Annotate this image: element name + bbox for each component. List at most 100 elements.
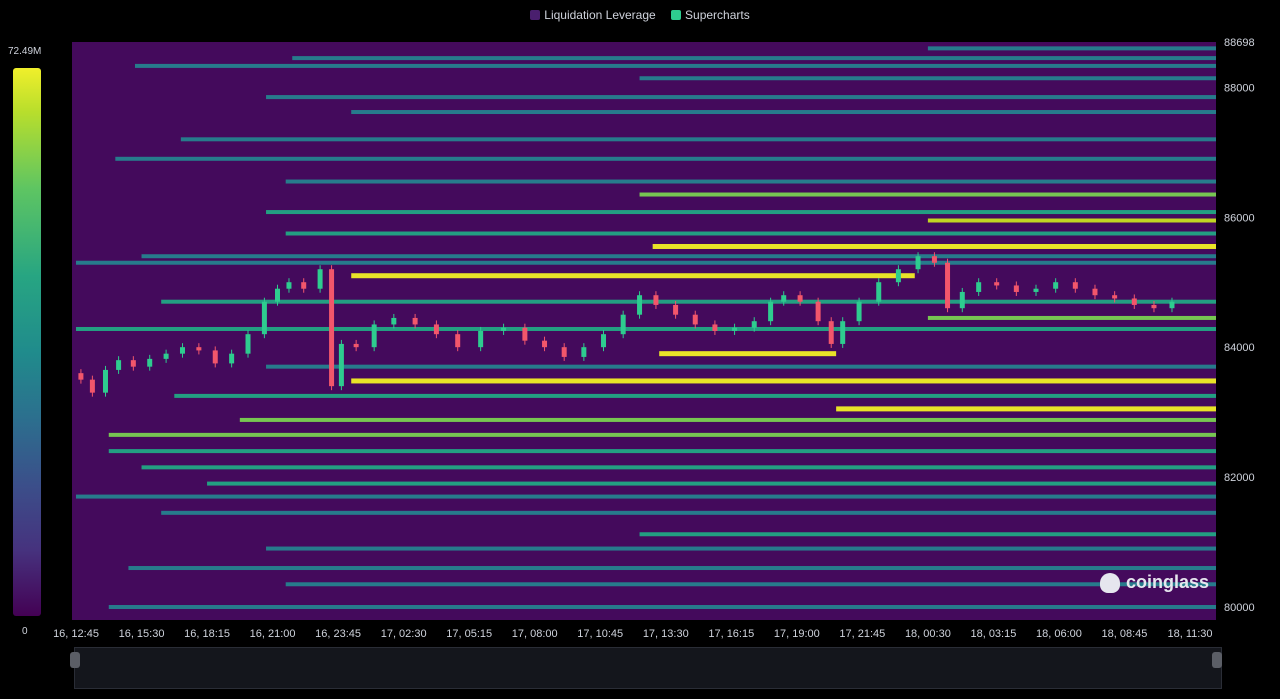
candle-body-41 bbox=[768, 301, 774, 322]
candle-body-28 bbox=[522, 327, 528, 341]
candle-body-22 bbox=[391, 317, 397, 325]
x-axis: 16, 12:45 16, 15:30 16, 18:15 16, 21:00 16, … bbox=[53, 628, 1212, 640]
heatmap-band-22 bbox=[351, 378, 1217, 384]
x-tick-label: 18, 03:15 bbox=[970, 628, 1016, 640]
candle-body-39 bbox=[732, 327, 738, 331]
x-tick-label: 16, 21:00 bbox=[250, 628, 296, 640]
heatmap-band-23 bbox=[174, 393, 1217, 398]
candle-body-6 bbox=[147, 358, 153, 367]
candle-body-29 bbox=[542, 340, 548, 348]
candle-body-62 bbox=[1131, 298, 1137, 305]
navigator-left-handle[interactable] bbox=[70, 652, 80, 668]
candle-body-20 bbox=[353, 343, 359, 348]
candle-body-34 bbox=[637, 295, 643, 315]
y-tick-label: 82000 bbox=[1224, 472, 1255, 484]
candle-body-33 bbox=[620, 314, 626, 335]
y-tick-label: 80000 bbox=[1224, 602, 1255, 614]
x-tick-label: 16, 23:45 bbox=[315, 628, 361, 640]
candle-body-50 bbox=[915, 256, 921, 270]
heatmap-band-29 bbox=[207, 481, 1216, 486]
candle-body-48 bbox=[876, 282, 882, 302]
x-tick-label: 18, 06:00 bbox=[1036, 628, 1082, 640]
heatmap-band-15 bbox=[76, 260, 1216, 265]
navigator-panel[interactable] bbox=[74, 647, 1222, 689]
heatmap-band-9 bbox=[639, 192, 1216, 197]
heatmap-band-30 bbox=[76, 494, 1216, 499]
candle-body-15 bbox=[286, 282, 292, 289]
candle-body-18 bbox=[329, 269, 335, 387]
heatmap-band-24 bbox=[836, 406, 1216, 412]
candle-body-16 bbox=[301, 282, 307, 289]
candle-body-30 bbox=[561, 347, 567, 357]
heatmap-band-13 bbox=[652, 243, 1216, 249]
candle-body-44 bbox=[815, 301, 821, 322]
candle-body-27 bbox=[501, 327, 507, 331]
y-tick-label: 88000 bbox=[1224, 82, 1255, 94]
heatmap-band-27 bbox=[108, 449, 1217, 454]
candle-body-31 bbox=[581, 347, 587, 357]
heatmap-band-0 bbox=[927, 46, 1216, 51]
candle-body-64 bbox=[1169, 301, 1175, 309]
candle-body-14 bbox=[275, 288, 281, 302]
heatmap-band-11 bbox=[927, 218, 1216, 223]
candle-body-5 bbox=[130, 360, 136, 367]
candle-body-51 bbox=[931, 256, 937, 263]
x-tick-label: 17, 05:15 bbox=[446, 628, 492, 640]
candle-body-11 bbox=[229, 353, 235, 364]
candle-body-59 bbox=[1072, 282, 1078, 289]
candle-body-40 bbox=[751, 321, 757, 328]
candle-body-17 bbox=[317, 269, 323, 289]
coinglass-logo-icon bbox=[1100, 572, 1120, 593]
candle-body-19 bbox=[338, 343, 344, 387]
x-tick-label: 17, 16:15 bbox=[708, 628, 754, 640]
x-tick-label: 16, 18:15 bbox=[184, 628, 230, 640]
candle-body-60 bbox=[1092, 288, 1098, 296]
heatmap-band-32 bbox=[639, 532, 1216, 537]
heatmap-band-20 bbox=[659, 351, 837, 357]
watermark-text: coinglass bbox=[1126, 572, 1210, 592]
x-tick-label: 18, 08:45 bbox=[1102, 628, 1148, 640]
heatmap-band-2 bbox=[134, 63, 1217, 68]
candle-body-26 bbox=[478, 330, 484, 348]
x-tick-label: 16, 15:30 bbox=[119, 628, 165, 640]
heatmap-band-3 bbox=[639, 76, 1216, 81]
candle-body-53 bbox=[959, 291, 965, 309]
candle-body-2 bbox=[89, 379, 95, 393]
candle-body-61 bbox=[1112, 295, 1118, 299]
heatmap-band-4 bbox=[266, 95, 1217, 100]
heatmap-band-7 bbox=[115, 156, 1217, 161]
candle-body-52 bbox=[945, 262, 951, 309]
candle-body-38 bbox=[712, 324, 718, 331]
candle-body-36 bbox=[673, 304, 679, 315]
heatmap-band-1 bbox=[292, 56, 1216, 61]
x-tick-label: 17, 19:00 bbox=[774, 628, 820, 640]
heatmap-band-25 bbox=[239, 417, 1216, 422]
candle-body-57 bbox=[1033, 288, 1039, 292]
heatmap-band-14 bbox=[141, 254, 1216, 259]
heatmap-chart[interactable]: 80000 82000 84000 86000 88000 88698 16, 12:45… bbox=[0, 0, 1280, 699]
candle-body-43 bbox=[797, 295, 803, 302]
y-tick-label: 86000 bbox=[1224, 212, 1255, 224]
heatmap-band-16 bbox=[351, 273, 915, 279]
y-top-label: 88698 bbox=[1224, 37, 1255, 49]
heatmap-band-8 bbox=[285, 179, 1217, 184]
candle-body-25 bbox=[455, 334, 461, 348]
heatmap-band-26 bbox=[108, 432, 1217, 437]
heatmap-band-12 bbox=[285, 231, 1217, 236]
candle-body-45 bbox=[828, 321, 834, 344]
x-tick-label: 17, 02:30 bbox=[381, 628, 427, 640]
candle-body-21 bbox=[371, 324, 377, 348]
heatmap-band-35 bbox=[285, 582, 1217, 587]
x-tick-label: 16, 12:45 bbox=[53, 628, 99, 640]
x-tick-label: 17, 21:45 bbox=[839, 628, 885, 640]
heatmap-band-19 bbox=[76, 326, 1216, 331]
candle-body-55 bbox=[994, 282, 1000, 286]
candle-body-13 bbox=[261, 301, 267, 335]
candle-body-63 bbox=[1151, 304, 1157, 309]
navigator-right-handle[interactable] bbox=[1212, 652, 1222, 668]
candle-body-24 bbox=[433, 324, 439, 335]
x-tick-label: 18, 00:30 bbox=[905, 628, 951, 640]
candle-body-47 bbox=[856, 301, 862, 322]
candle-body-4 bbox=[116, 360, 122, 370]
candle-body-58 bbox=[1053, 282, 1059, 289]
